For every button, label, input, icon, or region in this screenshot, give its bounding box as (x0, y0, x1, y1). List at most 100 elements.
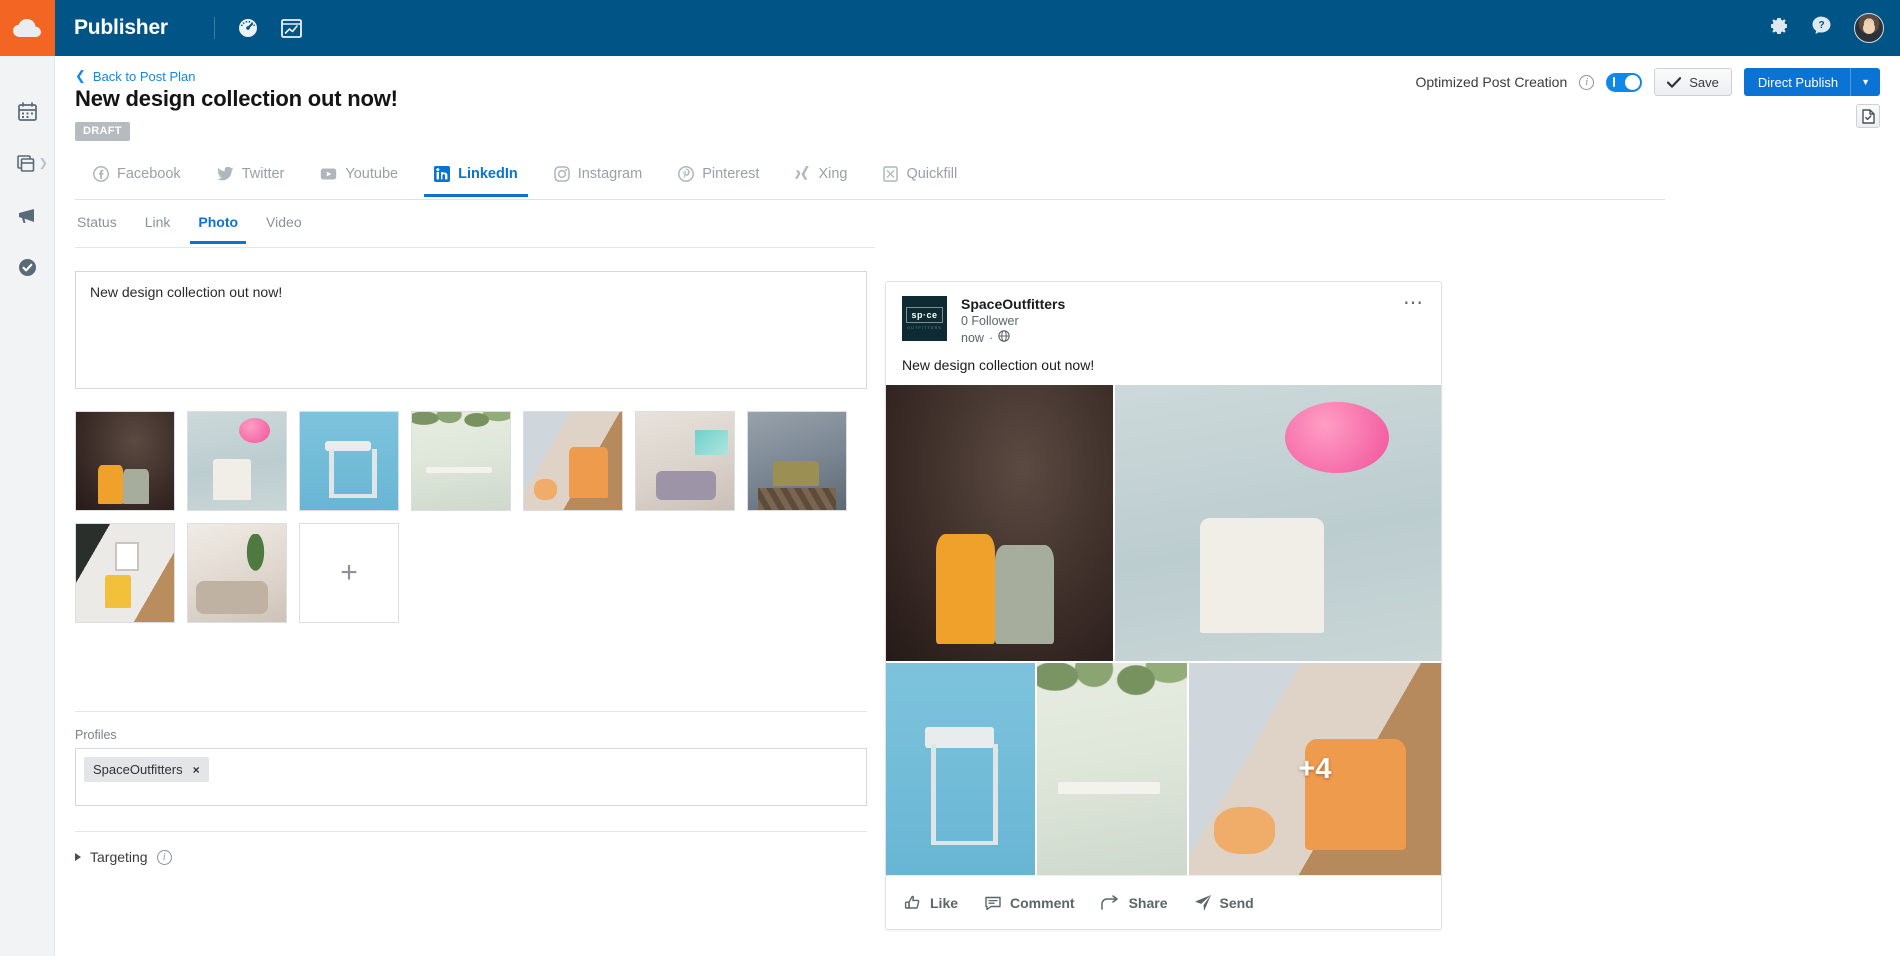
media-thumbnail[interactable] (187, 523, 287, 623)
dashboard-speedometer-icon[interactable] (237, 17, 259, 39)
preview-timestamp-row: now · (961, 330, 1065, 345)
media-thumbnail-grid: + (75, 411, 875, 623)
preview-actions: Like Comment Share Send (886, 875, 1441, 929)
sidebar-item-post-plan[interactable]: ❯ (0, 146, 54, 180)
analytics-chart-icon[interactable] (281, 17, 303, 39)
tab-instagram[interactable]: Instagram (536, 156, 660, 196)
preview-media-item[interactable] (886, 385, 1113, 661)
share-label: Share (1129, 895, 1168, 911)
save-button-label: Save (1689, 75, 1719, 90)
tab-status[interactable]: Status (75, 208, 131, 243)
media-thumbnail[interactable] (75, 523, 175, 623)
send-button[interactable]: Send (1194, 894, 1254, 912)
info-icon[interactable]: i (1579, 75, 1594, 90)
preview-media-item[interactable] (1037, 663, 1186, 875)
sidebar-item-calendar[interactable] (0, 94, 54, 128)
direct-publish-label: Direct Publish (1744, 75, 1850, 90)
tab-pinterest[interactable]: Pinterest (660, 156, 777, 196)
tab-twitter[interactable]: Twitter (199, 156, 303, 196)
targeting-info-icon[interactable]: i (157, 850, 172, 865)
svg-text:?: ? (1818, 20, 1824, 31)
tab-facebook-label: Facebook (117, 166, 181, 182)
xing-icon (795, 166, 810, 182)
direct-publish-button[interactable]: Direct Publish ▼ (1744, 68, 1880, 96)
status-badge: DRAFT (75, 122, 130, 141)
chevron-left-icon: ❮ (75, 68, 86, 84)
header-actions: Optimized Post Creation i Save Direct Pu… (1416, 68, 1881, 96)
send-label: Send (1220, 895, 1254, 911)
like-label: Like (930, 895, 958, 911)
targeting-divider (75, 831, 867, 832)
tab-facebook[interactable]: Facebook (75, 156, 199, 196)
document-check-icon (1862, 109, 1875, 124)
preview-media-collage: +4 (886, 385, 1441, 875)
targeting-section-toggle[interactable]: Targeting i (75, 849, 172, 865)
calendar-icon (18, 102, 37, 121)
tab-xing[interactable]: Xing (777, 156, 865, 196)
app-logo[interactable] (0, 0, 55, 56)
like-button[interactable]: Like (904, 894, 958, 912)
tab-youtube[interactable]: Youtube (302, 156, 416, 196)
gear-icon[interactable] (1768, 15, 1789, 41)
add-media-button[interactable]: + (299, 523, 399, 623)
avatar[interactable] (1854, 13, 1884, 43)
check-circle-icon (18, 258, 37, 277)
app-title: Publisher (74, 16, 168, 40)
help-icon[interactable]: ? (1811, 15, 1832, 41)
optimized-post-creation-toggle[interactable] (1606, 73, 1642, 92)
media-thumbnail[interactable] (187, 411, 287, 511)
twitter-icon (217, 167, 234, 181)
tab-quickfill-label: Quickfill (906, 166, 957, 182)
more-options-icon[interactable]: ⋯ (1403, 296, 1425, 310)
remove-profile-icon[interactable]: × (193, 763, 200, 777)
share-button[interactable]: Share (1101, 895, 1168, 911)
document-check-icon-button[interactable] (1856, 104, 1880, 128)
sidebar-item-approvals[interactable] (0, 250, 54, 284)
platform-tabs: Facebook Twitter Youtube LinkedIn Instag… (75, 156, 1665, 200)
post-plan-icon (17, 154, 37, 173)
facebook-icon (93, 166, 109, 182)
triangle-right-icon (75, 853, 81, 861)
media-thumbnail[interactable] (523, 411, 623, 511)
preview-timestamp: now (961, 331, 984, 345)
comment-button[interactable]: Comment (984, 894, 1075, 912)
page-title: New design collection out now! (75, 86, 398, 112)
post-text-input[interactable] (75, 271, 867, 389)
back-to-post-plan-link[interactable]: ❮ Back to Post Plan (75, 68, 196, 84)
tab-instagram-label: Instagram (578, 166, 642, 182)
tab-quickfill[interactable]: Quickfill (865, 156, 975, 196)
profile-chip[interactable]: SpaceOutfitters × (84, 757, 209, 782)
tab-photo[interactable]: Photo (184, 208, 252, 243)
preview-media-item[interactable] (1115, 385, 1441, 661)
media-thumbnail[interactable] (411, 411, 511, 511)
chevron-right-icon: ❯ (39, 157, 48, 170)
tab-xing-label: Xing (818, 166, 847, 182)
chevron-down-icon[interactable]: ▼ (1850, 68, 1880, 96)
linkedin-post-preview: sp·ce OUTFITTERS SpaceOutfitters 0 Follo… (885, 281, 1442, 930)
sidebar-item-campaigns[interactable] (0, 198, 54, 232)
comment-label: Comment (1010, 895, 1075, 911)
instagram-icon (554, 166, 570, 182)
thumbs-up-icon (904, 894, 922, 912)
media-thumbnail[interactable] (635, 411, 735, 511)
profiles-label: Profiles (75, 728, 117, 742)
post-type-tabs: Status Link Photo Video (75, 208, 875, 248)
preview-meta: SpaceOutfitters 0 Follower now · (961, 296, 1065, 345)
back-link-label: Back to Post Plan (93, 69, 196, 84)
tab-linkedin-label: LinkedIn (458, 166, 518, 182)
media-thumbnail[interactable] (299, 411, 399, 511)
profile-logo-subtext: OUTFITTERS (907, 325, 942, 330)
save-button[interactable]: Save (1654, 68, 1732, 96)
tab-twitter-label: Twitter (242, 166, 285, 182)
media-thumbnail[interactable] (747, 411, 847, 511)
media-thumbnail[interactable] (75, 411, 175, 511)
preview-media-item[interactable] (886, 663, 1035, 875)
preview-follower-count: 0 Follower (961, 314, 1065, 328)
tab-video[interactable]: Video (252, 208, 316, 243)
preview-media-item-more[interactable]: +4 (1189, 663, 1441, 875)
linkedin-icon (434, 166, 450, 182)
profiles-input[interactable]: SpaceOutfitters × (75, 748, 867, 806)
check-icon (1667, 77, 1681, 88)
tab-linkedin[interactable]: LinkedIn (416, 156, 536, 196)
tab-link[interactable]: Link (131, 208, 185, 243)
